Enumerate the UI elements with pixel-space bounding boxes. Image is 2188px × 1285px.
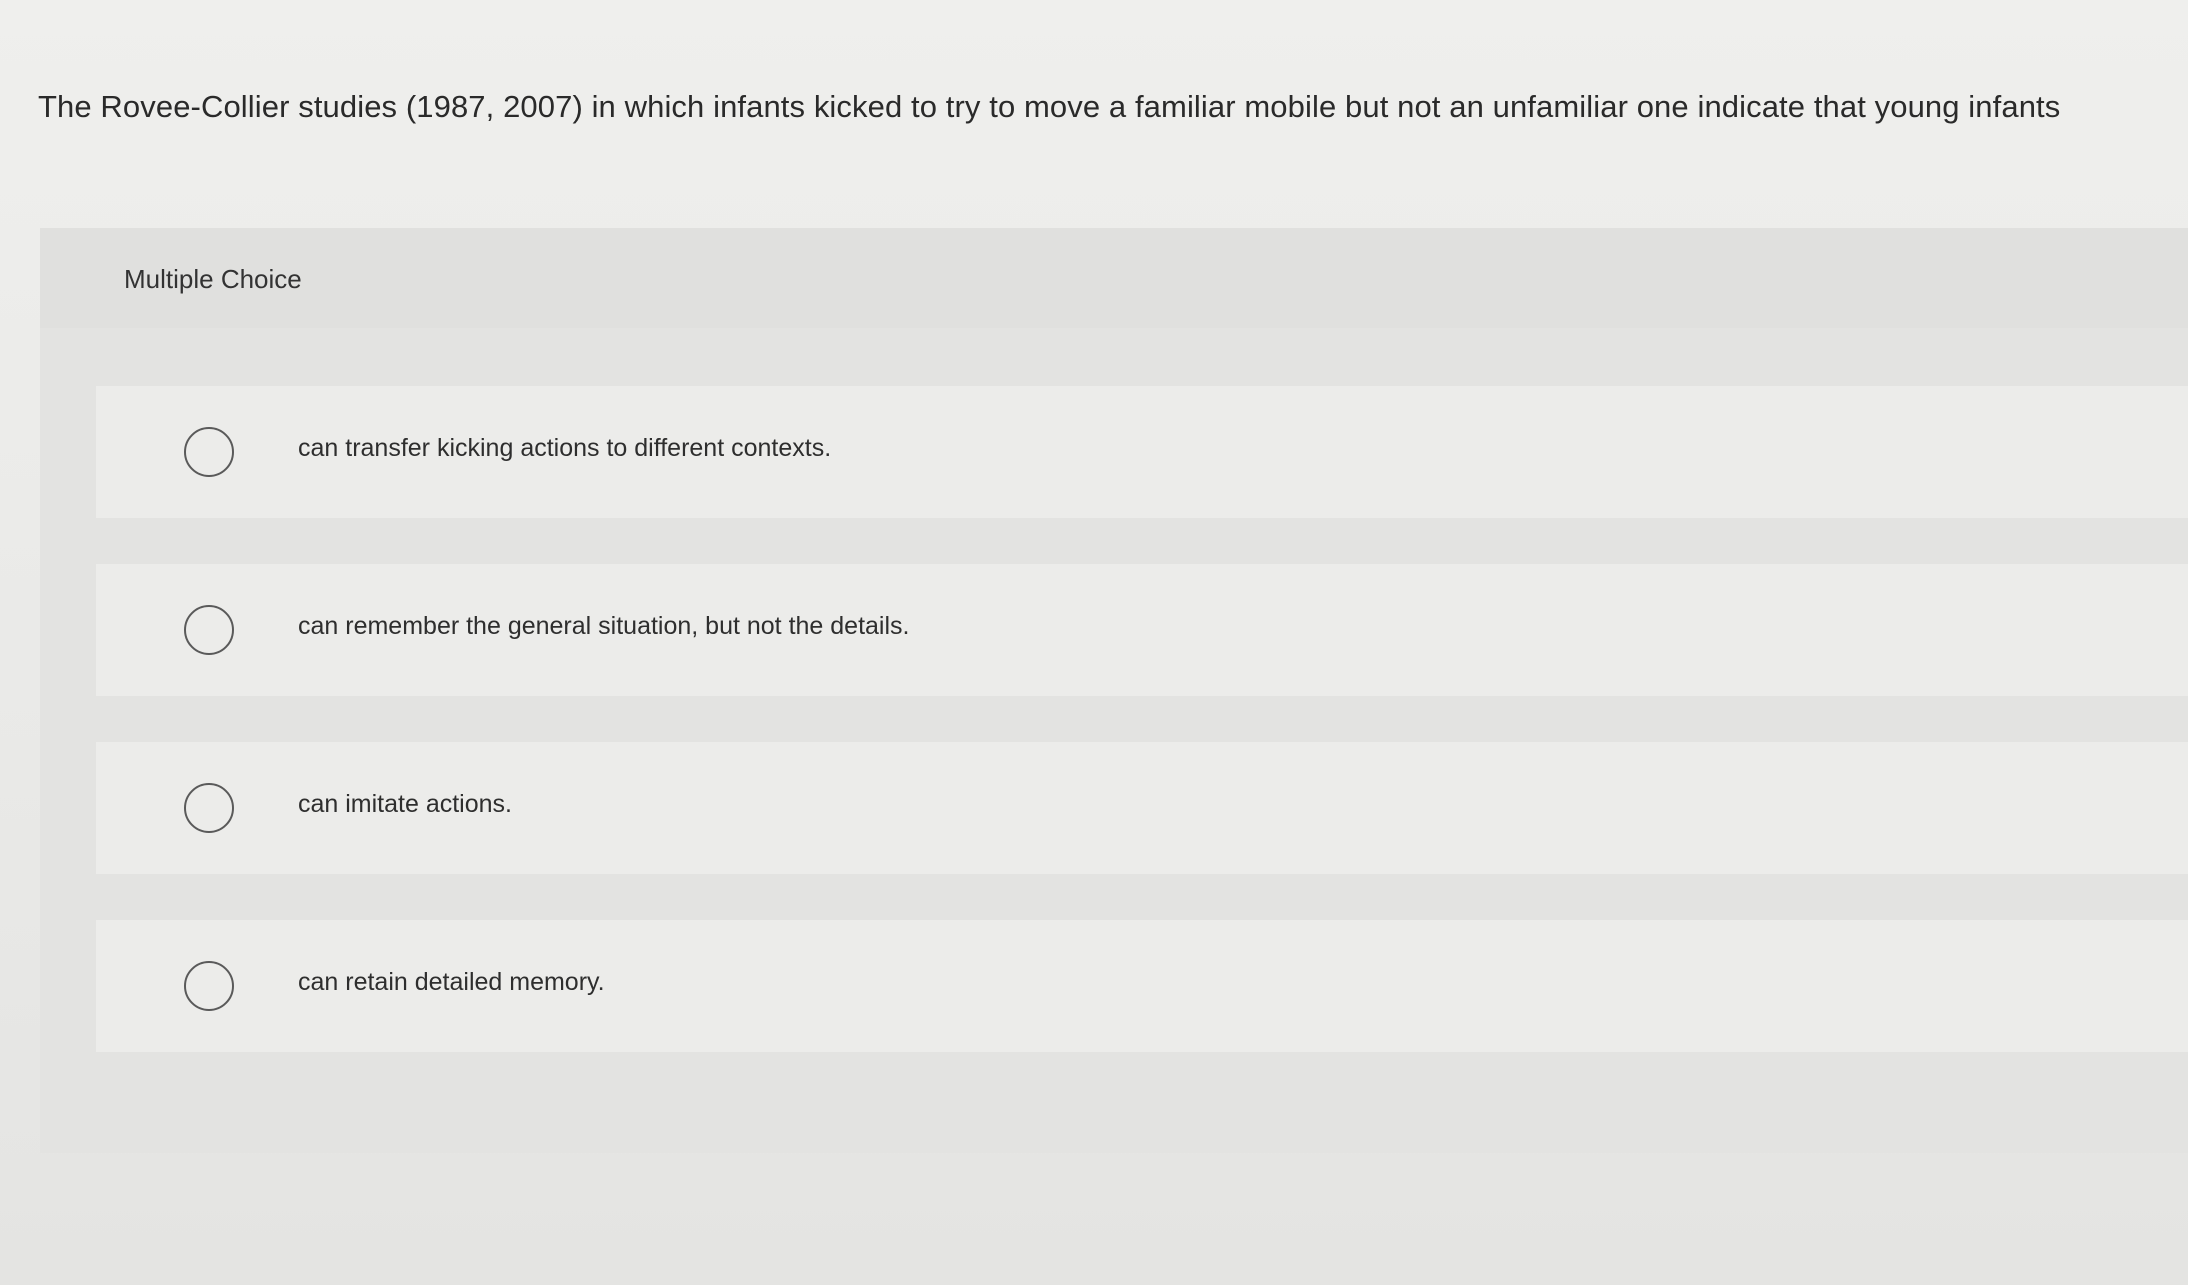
question-prompt: The Rovee-Collier studies (1987, 2007) i… [38, 89, 2061, 124]
multiple-choice-header: Multiple Choice [40, 228, 2188, 328]
radio-button-icon[interactable] [184, 783, 234, 833]
answer-option-label[interactable]: can retain detailed memory. [298, 968, 605, 997]
answer-option-label[interactable]: can transfer kicking actions to differen… [298, 434, 831, 463]
multiple-choice-panel: Multiple Choice can transfer kicking act… [40, 228, 2188, 1153]
answer-option-3[interactable]: can imitate actions. [96, 742, 2188, 874]
question-type-label: Multiple Choice [124, 264, 302, 294]
answer-option-1[interactable]: can transfer kicking actions to differen… [96, 386, 2188, 518]
answer-option-label[interactable]: can remember the general situation, but … [298, 612, 909, 641]
answer-option-label[interactable]: can imitate actions. [298, 790, 512, 819]
radio-button-icon[interactable] [184, 427, 234, 477]
radio-button-icon[interactable] [184, 605, 234, 655]
answer-option-4[interactable]: can retain detailed memory. [96, 920, 2188, 1052]
page: The Rovee-Collier studies (1987, 2007) i… [0, 0, 2188, 1285]
radio-button-icon[interactable] [184, 961, 234, 1011]
answer-option-2[interactable]: can remember the general situation, but … [96, 564, 2188, 696]
